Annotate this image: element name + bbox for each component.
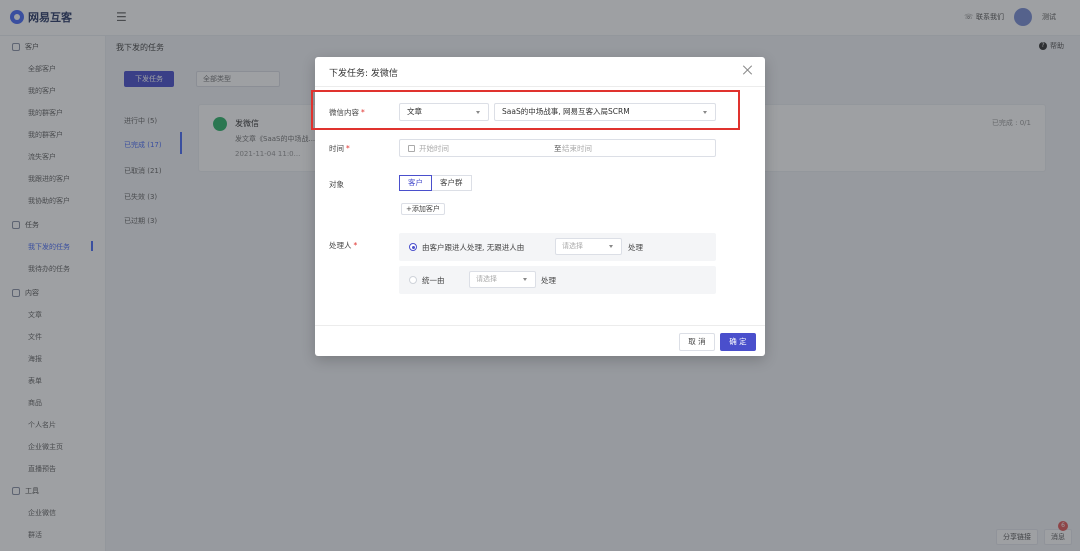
dialog-title: 下发任务: 发微信 [329,69,398,79]
handler-option2-text: 统一由 [422,276,445,285]
date-separator: 至 [554,144,562,153]
handler-label-text: 处理人 [329,241,352,250]
issue-task-dialog: 下发任务: 发微信 微信内容 * 文章 SaaS的中场战事, 网易互客入局SCRM… [311,57,765,356]
tab-customer[interactable]: 客户 [399,175,432,191]
content-label-text: 微信内容 [329,108,359,117]
tab-customer-group[interactable]: 客户群 [432,175,472,191]
chevron-down-icon [609,245,613,248]
unified-handler-select[interactable]: 请选择 [469,271,536,288]
end-date-input[interactable]: 结束时间 [562,143,592,154]
handler-option-follower[interactable]: 由客户跟进人处理, 无跟进人由 请选择 处理 [399,233,716,261]
close-icon[interactable] [741,63,755,77]
confirm-button[interactable]: 确 定 [720,333,756,351]
handler-suffix: 处理 [628,243,643,252]
chevron-down-icon [476,111,480,114]
target-label: 对象 [329,179,344,190]
select-placeholder: 请选择 [476,275,497,283]
handler-option1-text: 由客户跟进人处理, 无跟进人由 [422,243,525,252]
chevron-down-icon [523,278,527,281]
fallback-handler-select[interactable]: 请选择 [555,238,622,255]
handler-option-unified[interactable]: 统一由 请选择 处理 [399,266,716,294]
content-item-select[interactable]: SaaS的中场战事, 网易互客入局SCRM [494,103,716,121]
handler-label: 处理人 * [329,240,357,251]
content-item-value: SaaS的中场战事, 网易互客入局SCRM [502,107,630,116]
target-label-text: 对象 [329,180,344,189]
target-tabs: 客户 客户群 [399,175,472,191]
add-customer-button[interactable]: +添加客户 [401,203,445,215]
select-placeholder: 请选择 [562,242,583,250]
date-range-picker[interactable]: 开始时间 至 结束时间 [399,139,716,157]
handler-suffix: 处理 [541,276,556,285]
content-type-select[interactable]: 文章 [399,103,489,121]
time-label-text: 时间 [329,144,344,153]
dialog-footer: 取 消 确 定 [315,325,765,356]
content-label: 微信内容 * [329,107,365,118]
required-mark: * [353,241,358,250]
calendar-icon [408,145,415,152]
time-label: 时间 * [329,143,350,154]
dialog-header: 下发任务: 发微信 [315,57,765,87]
handler-radio-unified[interactable] [409,276,417,284]
required-mark: * [346,144,350,153]
required-mark: * [361,108,365,117]
cancel-button[interactable]: 取 消 [679,333,715,351]
handler-radio-follower[interactable] [409,243,417,251]
chevron-down-icon [703,111,707,114]
content-type-value: 文章 [407,107,422,116]
start-date-input[interactable]: 开始时间 [419,143,449,154]
